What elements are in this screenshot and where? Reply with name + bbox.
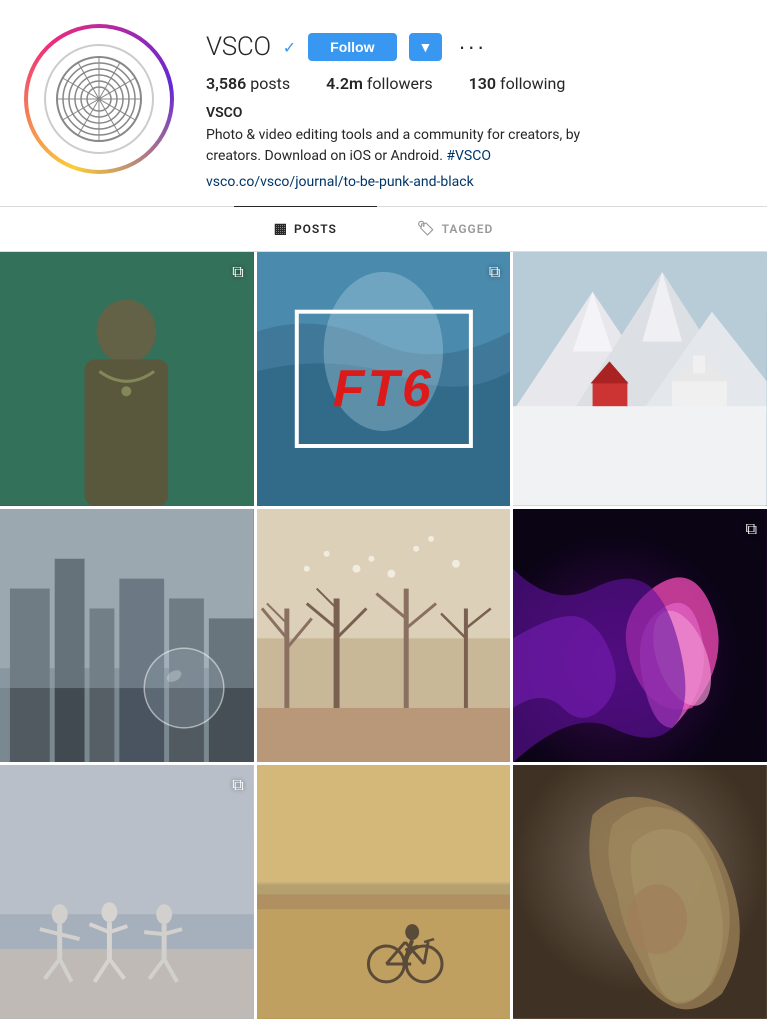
tag-icon: 🏷	[417, 221, 436, 237]
multi-photo-icon: ⧉	[232, 775, 243, 795]
multi-photo-icon: ⧉	[232, 262, 243, 282]
username: VSCO	[206, 32, 271, 62]
dropdown-button[interactable]: ▼	[409, 33, 443, 61]
following-stat[interactable]: 130 following	[469, 74, 566, 93]
grid-item[interactable]: FT6 ⧉	[257, 252, 511, 506]
tab-tagged[interactable]: 🏷 TAGGED	[377, 206, 533, 251]
posts-stat[interactable]: 3,586 posts	[206, 74, 290, 93]
grid-item[interactable]: ⧉	[0, 252, 254, 506]
profile-header-row: VSCO ✓ Follow ▼ ···	[206, 32, 735, 62]
grid-item[interactable]	[513, 252, 767, 506]
tab-posts[interactable]: ▦ POSTS	[234, 206, 377, 251]
grid-item[interactable]	[257, 509, 511, 763]
photo-grid: ⧉ FT6 ⧉	[0, 252, 767, 1019]
grid-item[interactable]	[513, 765, 767, 1019]
bio-link[interactable]: vsco.co/vsco/journal/to-be-punk-and-blac…	[206, 174, 474, 190]
bio-text: Photo & video editing tools and a commun…	[206, 125, 626, 167]
verified-icon: ✓	[283, 38, 296, 57]
grid-icon: ▦	[274, 221, 288, 237]
grid-item[interactable]: ⧉	[513, 509, 767, 763]
bio-hashtag[interactable]: #VSCO	[446, 148, 491, 164]
follow-button[interactable]: Follow	[308, 33, 396, 61]
grid-item[interactable]	[257, 765, 511, 1019]
profile-section: VSCO ✓ Follow ▼ ··· 3,586 posts 4.2m fol…	[0, 0, 767, 206]
avatar[interactable]	[24, 24, 174, 174]
bio-name: VSCO	[206, 105, 735, 121]
grid-item[interactable]	[0, 509, 254, 763]
multi-photo-icon: ⧉	[489, 262, 500, 282]
more-options-button[interactable]: ···	[454, 34, 490, 60]
multi-photo-icon: ⧉	[746, 519, 757, 539]
svg-text:FT6: FT6	[333, 359, 434, 417]
followers-stat[interactable]: 4.2m followers	[326, 74, 432, 93]
tabs-container: ▦ POSTS 🏷 TAGGED	[0, 207, 767, 252]
stats-row: 3,586 posts 4.2m followers 130 following	[206, 74, 735, 93]
profile-info: VSCO ✓ Follow ▼ ··· 3,586 posts 4.2m fol…	[206, 24, 735, 190]
grid-item[interactable]: ⧉	[0, 765, 254, 1019]
